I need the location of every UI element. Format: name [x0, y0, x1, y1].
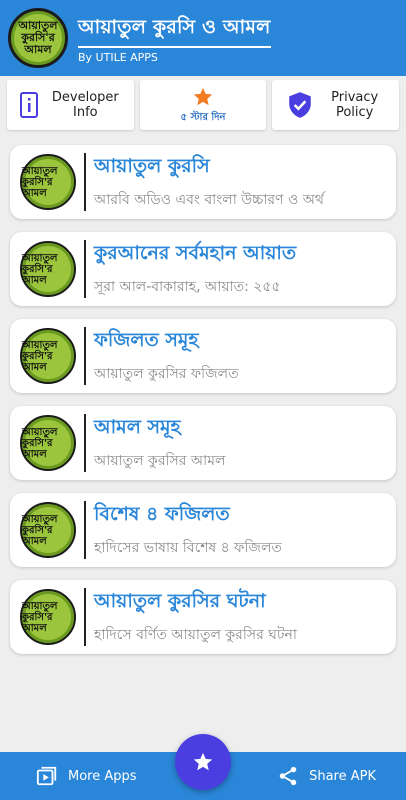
menu-list: আয়াতুল কুরসি'র আমল আয়াতুল কুরসি আরবি অ…: [10, 145, 396, 667]
item-subtitle: হাদিসে বর্ণিত আয়াতুল কুরসির ঘটনা: [94, 627, 297, 643]
app-logo-text: আয়াতুল কুরসি'র আমল: [18, 19, 58, 56]
info-icon: [20, 92, 39, 118]
list-item[interactable]: আয়াতুল কুরসি'র আমল ফজিলত সমূহ আয়াতুল ক…: [10, 319, 396, 393]
list-item[interactable]: আয়াতুল কুরসি'র আমল আমল সমূহ আয়াতুল কুর…: [10, 406, 396, 480]
divider: [84, 240, 86, 298]
star-icon: [193, 87, 213, 105]
divider: [84, 327, 86, 385]
item-title: কুরআনের সর্বমহান আয়াত: [94, 242, 297, 264]
more-apps-label: More Apps: [68, 768, 137, 784]
item-subtitle: আরবি অডিও এবং বাংলা উচ্চারণ ও অর্থ: [94, 192, 324, 208]
item-logo: আয়াতুল কুরসি'র আমল: [20, 328, 76, 384]
rate-label: ৫ স্টার দিন: [180, 111, 226, 123]
item-logo-text: আয়াতুল কুরসি'র আমল: [22, 339, 58, 373]
favorite-fab-button[interactable]: [175, 734, 231, 790]
divider: [84, 414, 86, 472]
item-logo: আয়াতুল কুরসি'র আমল: [20, 154, 76, 210]
list-item[interactable]: আয়াতুল কুরসি'র আমল আয়াতুল কুরসির ঘটনা …: [10, 580, 396, 654]
item-logo-text: আয়াতুল কুরসি'র আমল: [22, 513, 58, 547]
more-apps-button[interactable]: More Apps: [36, 765, 137, 787]
item-logo: আয়াতুল কুরসি'র আমল: [20, 241, 76, 297]
item-subtitle: আয়াতুল কুরসির আমল: [94, 453, 226, 469]
item-logo-text: আয়াতুল কুরসি'র আমল: [22, 600, 58, 634]
list-item[interactable]: আয়াতুল কুরসি'র আমল বিশেষ ৪ ফজিলত হাদিসে…: [10, 493, 396, 567]
share-apk-label: Share APK: [309, 768, 376, 784]
item-logo: আয়াতুল কুরসি'র আমল: [20, 415, 76, 471]
privacy-policy-label: Privacy Policy: [331, 90, 379, 120]
share-icon: [279, 766, 297, 786]
list-item[interactable]: আয়াতুল কুরসি'র আমল আয়াতুল কুরসি আরবি অ…: [10, 145, 396, 219]
item-logo-text: আয়াতুল কুরসি'র আমল: [22, 426, 58, 460]
item-title: আয়াতুল কুরসির ঘটনা: [94, 590, 266, 612]
divider: [84, 588, 86, 646]
item-title: আমল সমূহ: [94, 416, 181, 438]
app-subtitle: By UTILE APPS: [78, 50, 158, 64]
share-apk-button[interactable]: Share APK: [277, 765, 376, 787]
item-subtitle: হাদিসের ভাষায় বিশেষ ৪ ফজিলত: [94, 540, 282, 556]
divider: [84, 153, 86, 211]
item-logo-text: আয়াতুল কুরসি'র আমল: [22, 165, 58, 199]
star-icon: [193, 752, 213, 771]
item-title: আয়াতুল কুরসি: [94, 155, 210, 177]
app-title: আয়াতুল কুরসি ও আমল: [78, 13, 271, 48]
top-button-row: Developer Info ৫ স্টার দিন Privacy Polic…: [7, 80, 400, 130]
app-header: আয়াতুল কুরসি'র আমল আয়াতুল কুরসি ও আমল …: [0, 0, 406, 76]
privacy-policy-button[interactable]: Privacy Policy: [272, 80, 400, 130]
item-logo: আয়াতুল কুরসি'র আমল: [20, 502, 76, 558]
shield-check-icon: [288, 92, 311, 118]
app-logo: আয়াতুল কুরসি'র আমল: [8, 8, 68, 68]
item-title: ফজিলত সমূহ: [94, 329, 199, 351]
item-logo: আয়াতুল কুরসি'র আমল: [20, 589, 76, 645]
list-item[interactable]: আয়াতুল কুরসি'র আমল কুরআনের সর্বমহান আয়…: [10, 232, 396, 306]
item-title: বিশেষ ৪ ফজিলত: [94, 503, 230, 525]
developer-info-button[interactable]: Developer Info: [7, 80, 134, 130]
developer-info-label: Developer Info: [51, 90, 119, 120]
divider: [84, 501, 86, 559]
app-gallery-icon: [36, 766, 57, 786]
rate-five-star-button[interactable]: ৫ স্টার দিন: [139, 80, 267, 130]
item-logo-text: আয়াতুল কুরসি'র আমল: [22, 252, 58, 286]
item-subtitle: আয়াতুল কুরসির ফজিলত: [94, 366, 239, 382]
item-subtitle: সূরা আল-বাকারাহ, আয়াত: ২৫৫: [94, 279, 281, 295]
